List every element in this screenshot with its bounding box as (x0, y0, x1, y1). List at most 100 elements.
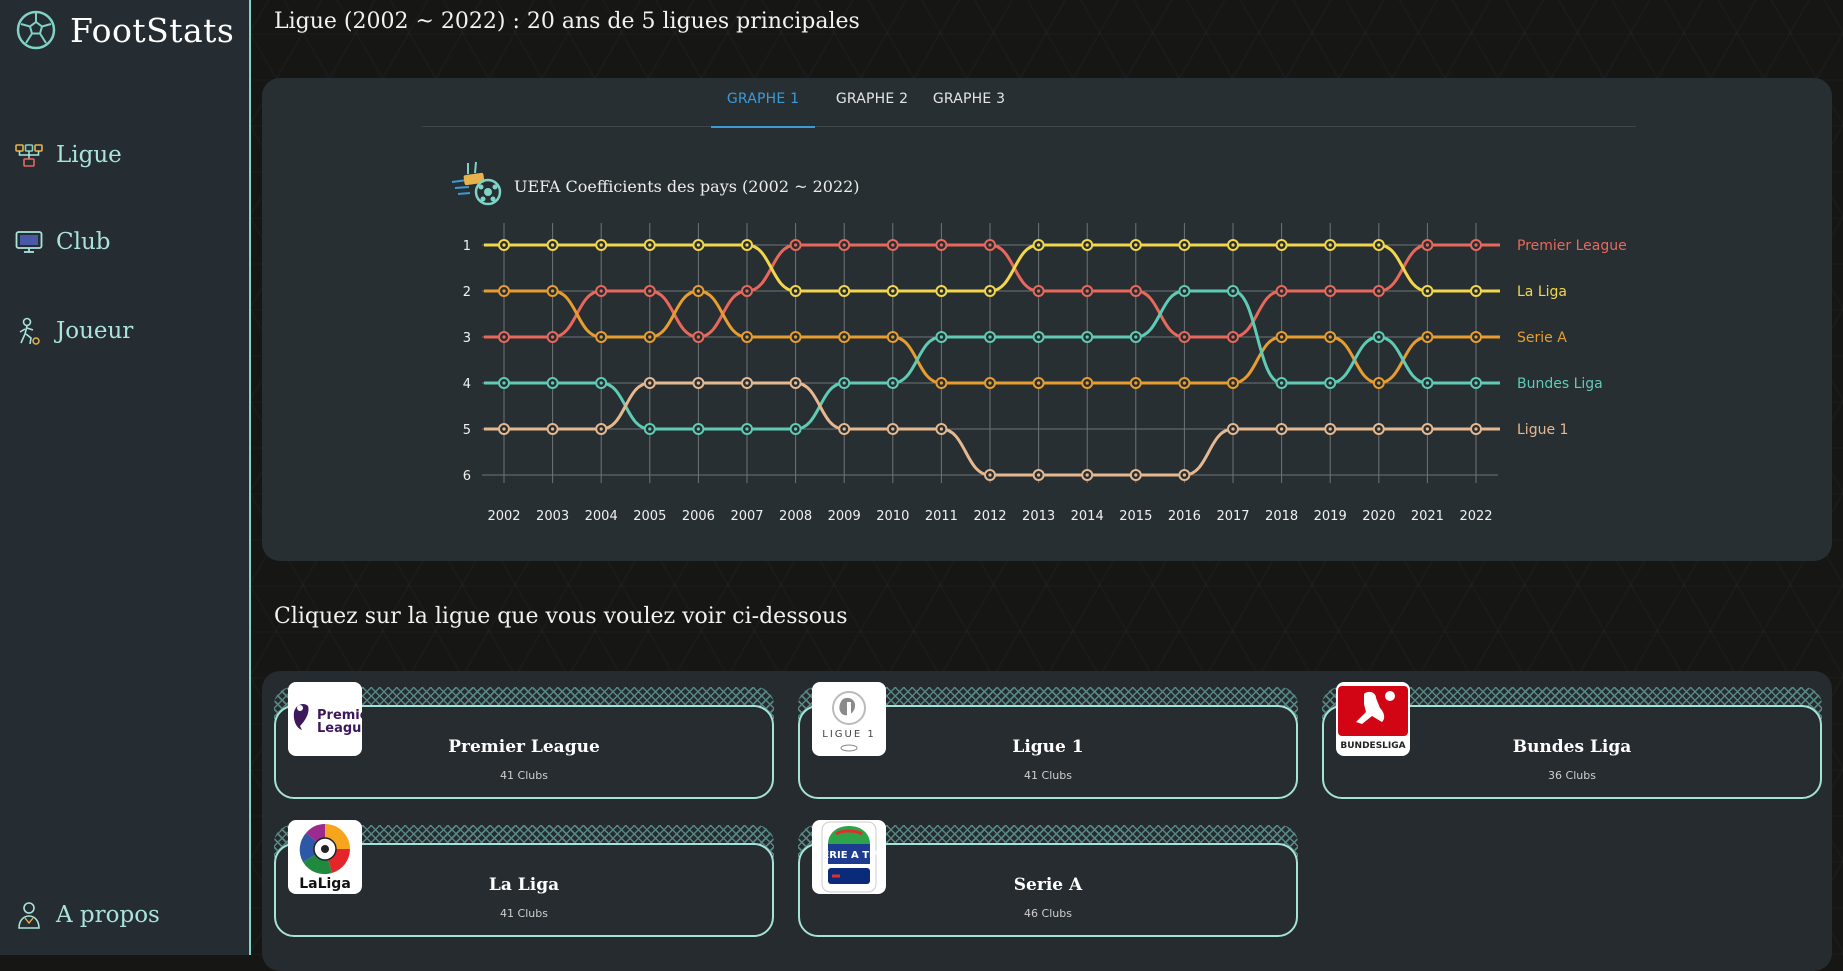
data-point-center (1280, 243, 1284, 247)
series-label: Ligue 1 (1517, 422, 1568, 438)
nav-label: Ligue (56, 142, 122, 168)
data-point-center (794, 381, 798, 385)
data-point-center (842, 289, 846, 293)
data-point-center (1231, 289, 1235, 293)
data-point-center (1085, 243, 1089, 247)
series-label: Bundes Liga (1517, 376, 1603, 392)
league-club-count: 41 Clubs (1024, 769, 1072, 782)
data-point-center (502, 381, 506, 385)
data-point-center (1474, 335, 1478, 339)
data-point-center (745, 335, 749, 339)
data-point-center (1328, 289, 1332, 293)
serie-a-logo-text: SERIE A TIM (815, 850, 883, 861)
data-point-center (502, 243, 506, 247)
data-point-center (648, 289, 652, 293)
nav-label: Joueur (56, 318, 134, 344)
data-point-center (1134, 289, 1138, 293)
data-point-center (891, 243, 895, 247)
data-point-center (1231, 427, 1235, 431)
y-tick-label: 1 (463, 239, 471, 254)
data-point-center (1425, 335, 1429, 339)
y-tick-label: 4 (463, 377, 471, 392)
data-point-center (988, 381, 992, 385)
data-point-center (1377, 381, 1381, 385)
data-point-center (551, 381, 555, 385)
football-icon (16, 10, 56, 50)
nav-item-a-propos[interactable]: A propos (14, 900, 160, 930)
data-point-center (599, 427, 603, 431)
league-name: Bundes Liga (1512, 737, 1632, 757)
data-point-center (1134, 381, 1138, 385)
data-point-center (1134, 335, 1138, 339)
data-point-center (939, 243, 944, 247)
data-point-center (988, 243, 992, 247)
x-tick-label: 2022 (1459, 509, 1492, 524)
x-tick-label: 2018 (1265, 509, 1298, 524)
x-tick-label: 2013 (1022, 509, 1055, 524)
player-icon (14, 316, 44, 346)
x-tick-label: 2021 (1411, 509, 1444, 524)
data-point-center (1280, 289, 1284, 293)
nav-item-joueur[interactable]: Joueur (14, 316, 133, 346)
data-point-center (1474, 427, 1478, 431)
data-point-center (1280, 335, 1284, 339)
x-tick-label: 2006 (682, 509, 715, 524)
data-point-center (648, 381, 652, 385)
league-club-count: 46 Clubs (1024, 907, 1072, 920)
data-point-center (696, 243, 700, 247)
data-point-center (794, 335, 798, 339)
data-point-center (745, 381, 749, 385)
x-tick-label: 2016 (1168, 509, 1201, 524)
data-point-center (745, 243, 749, 247)
series-label: La Liga (1517, 284, 1567, 300)
data-point-center (599, 335, 603, 339)
series-line (484, 243, 1500, 293)
data-point-center (551, 289, 555, 293)
data-point-center (745, 289, 749, 293)
data-point-center (1280, 381, 1284, 385)
x-tick-label: 2017 (1216, 509, 1249, 524)
x-tick-label: 2020 (1362, 509, 1395, 524)
data-point-center (1474, 381, 1478, 385)
league-name: La Liga (488, 875, 560, 895)
league-card-la-liga[interactable]: LaLiga La Liga 41 Clubs (274, 815, 774, 937)
nav-item-ligue[interactable]: Ligue (14, 140, 122, 170)
data-point-center (1377, 335, 1381, 339)
league-card-ligue-1[interactable]: LIGUE 1 Ligue 1 41 Clubs (798, 677, 1298, 799)
data-point-center (599, 289, 603, 293)
data-point-center (648, 335, 652, 339)
data-point-center (794, 243, 798, 247)
data-point-center (502, 427, 506, 431)
data-point-center (502, 289, 506, 293)
data-point-center (939, 381, 944, 385)
brand[interactable]: FootStats (16, 10, 234, 50)
x-tick-label: 2002 (487, 509, 520, 524)
leagues-panel: Premier League League Premier League 41 … (262, 671, 1832, 971)
data-point-center (1182, 335, 1186, 339)
data-point-center (891, 427, 895, 431)
data-point-center (1182, 381, 1186, 385)
series-label: Serie A (1517, 330, 1567, 346)
data-point-center (1037, 473, 1041, 477)
sidebar: FootStats Ligue Club Joueur A propos (0, 0, 251, 955)
data-point-center (1037, 243, 1041, 247)
league-card-premier-league[interactable]: Premier League League Premier League 41 … (274, 677, 774, 799)
data-point-center (891, 381, 895, 385)
data-point-center (551, 427, 555, 431)
nav-label: Club (56, 229, 111, 255)
data-point-center (599, 381, 603, 385)
league-card-bundes-liga[interactable]: BUNDESLIGA Bundes Liga 36 Clubs (1322, 677, 1822, 799)
data-point-center (842, 335, 846, 339)
data-point-center (1328, 243, 1332, 247)
data-point-center (551, 243, 555, 247)
x-tick-label: 2010 (876, 509, 909, 524)
league-club-count: 36 Clubs (1548, 769, 1596, 782)
data-point-center (1425, 427, 1429, 431)
nav-item-club[interactable]: Club (14, 227, 111, 257)
league-name: Ligue 1 (1012, 737, 1084, 757)
league-card-serie-a[interactable]: SERIE A TIM Serie A 46 Clubs (798, 815, 1298, 937)
data-point-center (696, 381, 700, 385)
data-point-center (696, 335, 700, 339)
data-point-center (1085, 335, 1089, 339)
data-point-center (648, 243, 652, 247)
